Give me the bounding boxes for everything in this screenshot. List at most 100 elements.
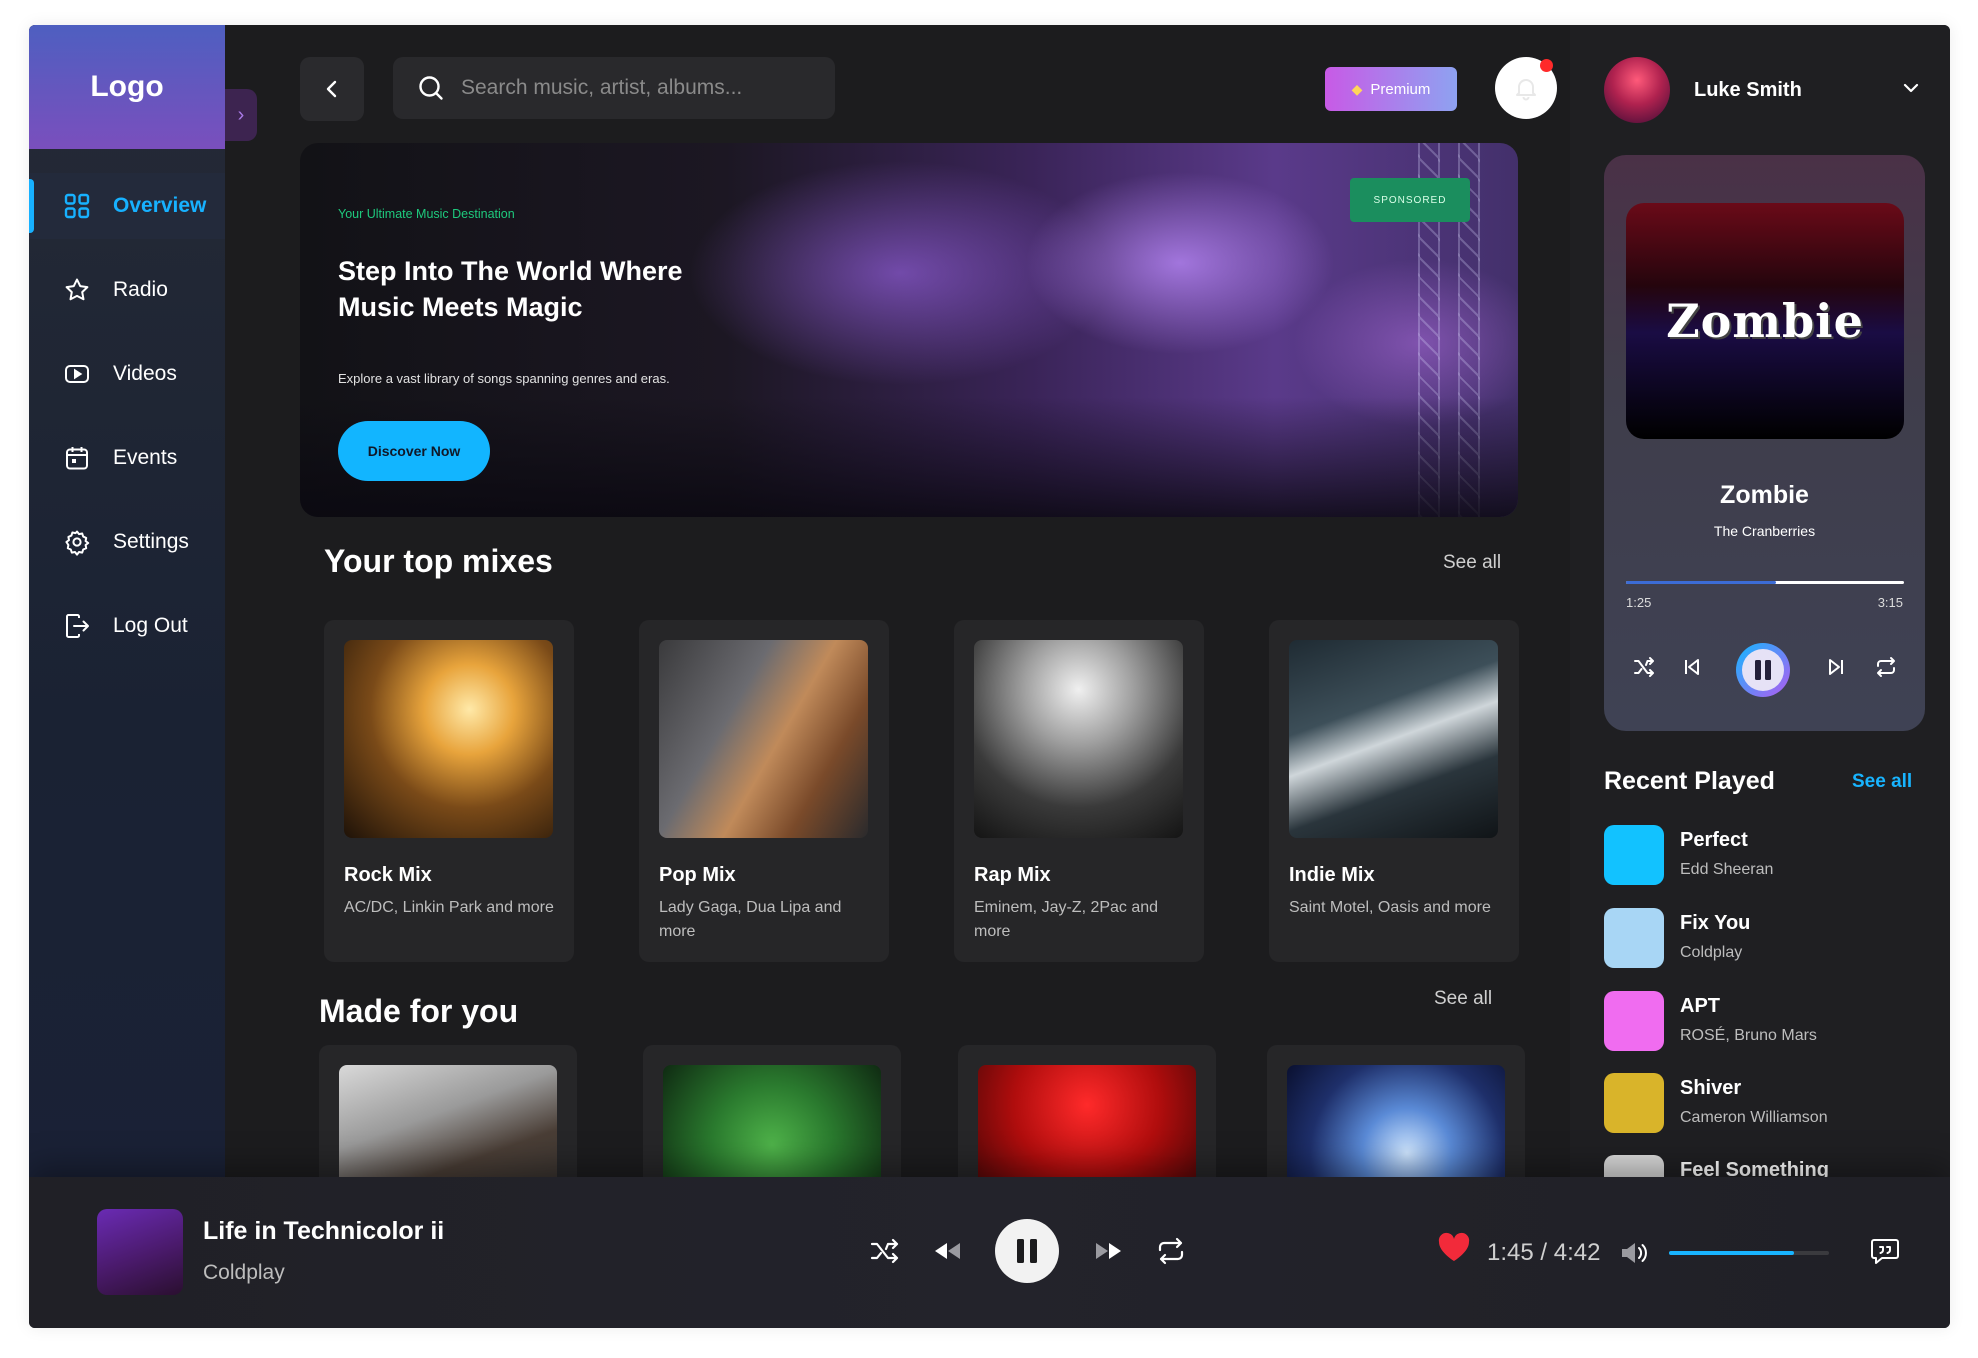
sidebar-item-radio[interactable]: Radio: [29, 257, 225, 323]
premium-button[interactable]: ◆ Premium: [1325, 67, 1457, 111]
sidebar-item-label: Radio: [113, 278, 168, 301]
shuffle-icon[interactable]: [869, 1235, 901, 1267]
chevron-right-icon: ›: [237, 103, 245, 126]
sidebar: Logo Overview Radio Videos Events Settin…: [29, 25, 225, 1205]
mix-description: AC/DC, Linkin Park and more: [344, 899, 554, 916]
rewind-icon[interactable]: [933, 1239, 963, 1263]
recent-item[interactable]: Perfect Edd Sheeran: [1604, 825, 1934, 887]
logo-text: Logo: [90, 70, 164, 103]
recent-artist-name: Cameron Williamson: [1680, 1109, 1828, 1126]
mix-name: Rock Mix: [344, 864, 432, 886]
recent-cover: [1604, 991, 1664, 1051]
diamond-icon: ◆: [1351, 80, 1363, 97]
mix-cover-image: [974, 640, 1183, 838]
recent-cover: [1604, 908, 1664, 968]
hero-eyebrow: Your Ultimate Music Destination: [338, 207, 515, 221]
notifications-button[interactable]: [1495, 57, 1557, 119]
volume-slider[interactable]: [1669, 1251, 1829, 1255]
hero-subtitle: Explore a vast library of songs spanning…: [338, 371, 670, 386]
sidebar-item-settings[interactable]: Settings: [29, 509, 225, 575]
previous-icon[interactable]: [1682, 657, 1702, 677]
avatar[interactable]: [1604, 57, 1670, 123]
mix-name: Rap Mix: [974, 864, 1051, 886]
sidebar-toggle-button[interactable]: ›: [225, 89, 257, 141]
player-song-title: Life in Technicolor ii: [203, 1217, 445, 1245]
pause-icon: [1742, 649, 1784, 691]
discover-now-button[interactable]: Discover Now: [338, 421, 490, 481]
play-pause-button[interactable]: [995, 1219, 1059, 1283]
star-icon: [63, 276, 91, 304]
notification-dot: [1540, 59, 1553, 72]
profile-name[interactable]: Luke Smith: [1694, 79, 1802, 102]
mix-card-pop[interactable]: Pop Mix Lady Gaga, Dua Lipa and more: [639, 620, 889, 962]
recent-artist-name: Edd Sheeran: [1680, 861, 1774, 878]
mix-card-indie[interactable]: Indie Mix Saint Motel, Oasis and more: [1269, 620, 1519, 962]
video-icon: [63, 360, 91, 388]
right-panel: Luke Smith Zombie Zombie The Cranberries…: [1570, 25, 1950, 1215]
calendar-icon: [63, 444, 91, 472]
chevron-left-icon: [326, 80, 337, 98]
now-playing-title: Zombie: [1720, 481, 1809, 509]
mix-description: Saint Motel, Oasis and more: [1289, 899, 1491, 916]
play-pause-button[interactable]: [1736, 643, 1790, 697]
made-for-you-title: Made for you: [319, 993, 519, 1029]
player-album-cover: [97, 1209, 183, 1295]
mix-cover-image: [659, 640, 868, 838]
recent-song-name: Perfect: [1680, 829, 1748, 851]
recent-played-title: Recent Played: [1604, 767, 1775, 795]
fast-forward-icon[interactable]: [1093, 1239, 1123, 1263]
sidebar-item-overview[interactable]: Overview: [29, 173, 225, 239]
top-mixes-title: Your top mixes: [324, 543, 553, 579]
bottom-player-bar: Life in Technicolor ii Coldplay 1:45 / 4…: [29, 1177, 1950, 1328]
mix-description: Lady Gaga, Dua Lipa and more: [659, 899, 842, 940]
back-button[interactable]: [300, 57, 364, 121]
grid-icon: [63, 192, 91, 220]
app-window: Logo Overview Radio Videos Events Settin…: [29, 25, 1950, 1328]
sidebar-item-label: Settings: [113, 530, 189, 553]
recent-see-all-link[interactable]: See all: [1852, 771, 1912, 793]
recent-artist-name: ROSÉ, Bruno Mars: [1680, 1027, 1817, 1044]
gear-icon: [63, 528, 91, 556]
made-for-you-see-all-link[interactable]: See all: [1434, 988, 1492, 1010]
player-artist: Coldplay: [203, 1261, 285, 1284]
shuffle-icon[interactable]: [1632, 655, 1656, 679]
hero-banner: Your Ultimate Music Destination Step Int…: [300, 143, 1518, 517]
mix-card-rap[interactable]: Rap Mix Eminem, Jay-Z, 2Pac and more: [954, 620, 1204, 962]
recent-item[interactable]: Fix You Coldplay: [1604, 908, 1934, 970]
recent-artist-name: Coldplay: [1680, 944, 1743, 961]
repeat-icon[interactable]: [1155, 1235, 1187, 1267]
logo[interactable]: Logo: [29, 25, 225, 149]
mix-cover-image: [1289, 640, 1498, 838]
elapsed-time: 1:25: [1626, 595, 1652, 610]
hero-title: Step Into The World Where Music Meets Ma…: [338, 256, 683, 323]
speaker-icon[interactable]: [1619, 1239, 1649, 1267]
recent-item[interactable]: Shiver Cameron Williamson: [1604, 1073, 1934, 1135]
search-input[interactable]: [461, 76, 821, 100]
mix-card-rock[interactable]: Rock Mix AC/DC, Linkin Park and more: [324, 620, 574, 962]
heart-icon[interactable]: [1437, 1231, 1471, 1263]
repeat-icon[interactable]: [1874, 655, 1898, 679]
sidebar-item-events[interactable]: Events: [29, 425, 225, 491]
chevron-down-icon[interactable]: [1900, 77, 1922, 99]
sponsored-badge: SPONSORED: [1350, 178, 1470, 222]
recent-item[interactable]: APT ROSÉ, Bruno Mars: [1604, 991, 1934, 1053]
sidebar-item-label: Videos: [113, 362, 177, 385]
sidebar-item-logout[interactable]: Log Out: [29, 593, 225, 659]
recent-song-name: Fix You: [1680, 912, 1751, 934]
progress-bar[interactable]: [1626, 581, 1904, 584]
top-mixes-see-all-link[interactable]: See all: [1443, 552, 1501, 574]
sidebar-nav: Overview Radio Videos Events Settings Lo…: [29, 173, 225, 677]
sidebar-item-label: Events: [113, 446, 178, 469]
next-icon[interactable]: [1826, 657, 1846, 677]
sidebar-item-videos[interactable]: Videos: [29, 341, 225, 407]
search-bar: [393, 57, 835, 119]
now-playing-artist: The Cranberries: [1713, 523, 1816, 539]
recent-song-name: Shiver: [1680, 1077, 1742, 1099]
mix-description: Eminem, Jay-Z, 2Pac and more: [974, 899, 1159, 940]
bell-icon: [1516, 79, 1536, 101]
progress-fill: [1626, 581, 1777, 584]
lyrics-icon[interactable]: [1869, 1235, 1901, 1267]
recent-cover: [1604, 1073, 1664, 1133]
sidebar-item-label: Log Out: [113, 614, 188, 637]
mix-cover-image: [344, 640, 553, 838]
